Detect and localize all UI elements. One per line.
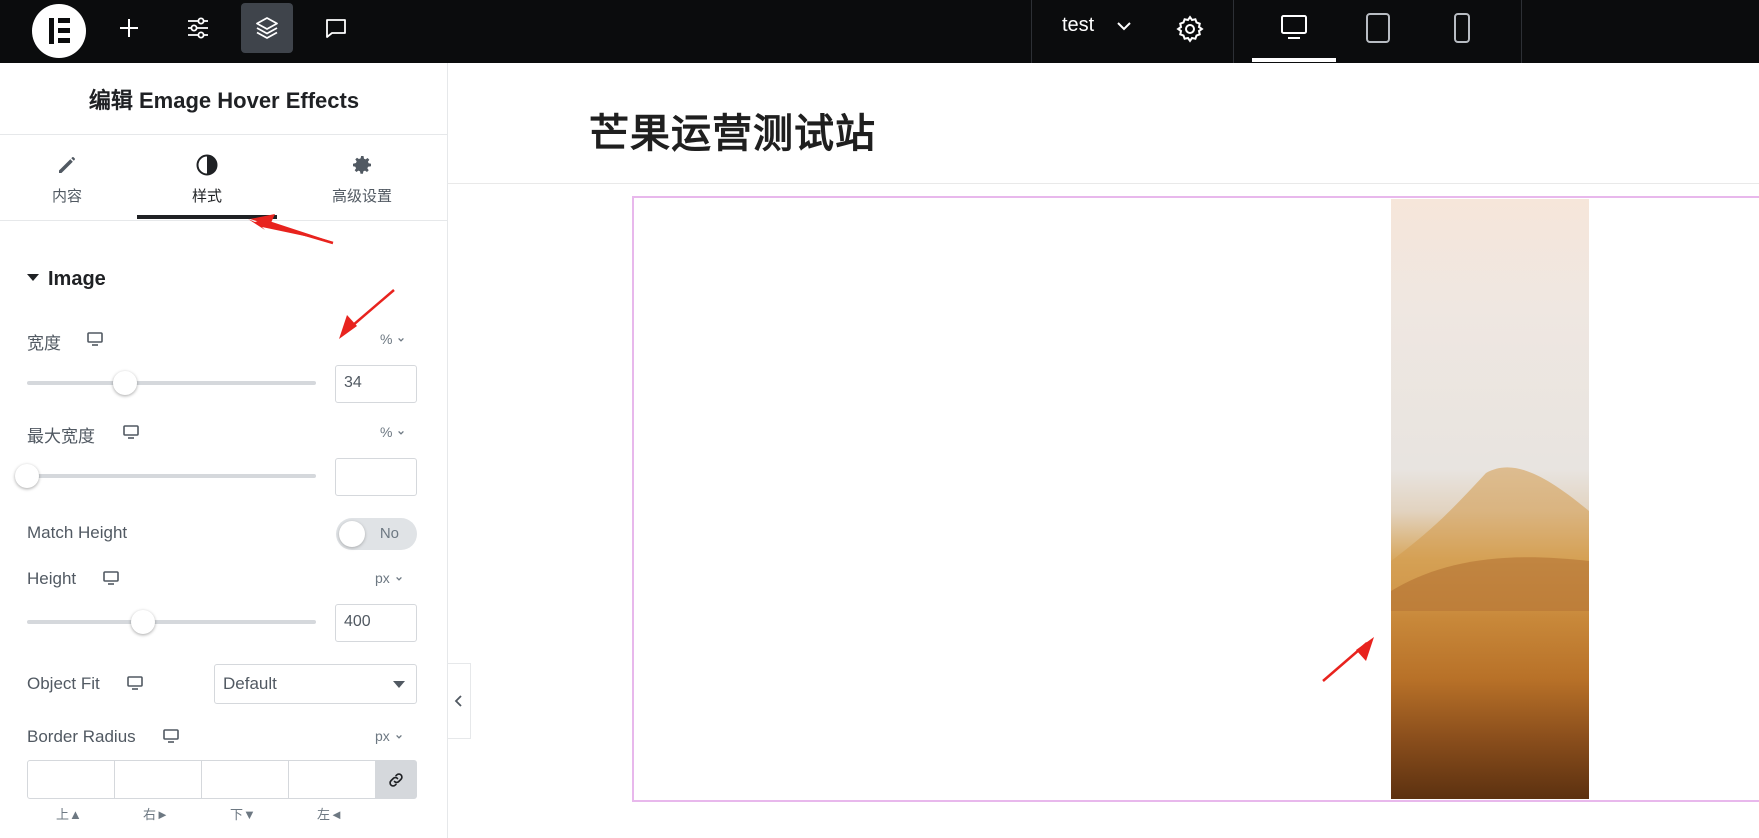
max-width-input[interactable] <box>335 458 417 496</box>
elementor-editor: test 编辑 Emage Hover Effects 内容 样式 高级设置 I… <box>0 0 1759 838</box>
structure-button[interactable] <box>241 3 293 53</box>
height-unit-select[interactable]: px <box>375 570 403 586</box>
divider <box>1031 0 1032 63</box>
chevron-left-icon <box>454 695 462 707</box>
radius-left-input[interactable] <box>289 761 376 798</box>
tab-advanced[interactable]: 高级设置 <box>292 153 432 223</box>
width-label: 宽度 <box>27 334 61 353</box>
toggle-text: No <box>379 525 399 542</box>
caret-down-icon <box>27 274 39 282</box>
radius-top-label: 上▲ <box>56 807 82 822</box>
image-hover-widget-outline[interactable] <box>632 196 1759 802</box>
divider <box>0 220 448 221</box>
width-slider-handle[interactable] <box>113 371 138 395</box>
active-tab-indicator <box>137 215 277 219</box>
caret-down-icon <box>393 681 405 688</box>
monitor-icon[interactable] <box>102 570 120 586</box>
top-bar: test <box>0 0 1759 63</box>
chevron-down-icon <box>395 735 402 740</box>
radius-left-label: 左◄ <box>317 807 343 822</box>
link-icon <box>389 772 403 787</box>
max-width-label: 最大宽度 <box>27 427 95 446</box>
panel-title: 编辑 Emage Hover Effects <box>88 88 360 113</box>
mobile-icon[interactable] <box>1447 12 1477 44</box>
collapse-panel-button[interactable] <box>448 663 471 739</box>
match-height-toggle[interactable]: No <box>336 518 417 550</box>
dune-shading <box>1391 467 1589 611</box>
page-name[interactable]: test <box>1062 14 1094 37</box>
tab-label: 高级设置 <box>331 188 392 205</box>
divider <box>1521 0 1522 63</box>
gear-icon <box>353 156 371 174</box>
border-radius-label: Border Radius <box>27 727 136 746</box>
radius-bottom-input[interactable] <box>202 761 289 798</box>
height-input[interactable]: 400 <box>335 604 417 642</box>
section-title: Image <box>48 268 106 290</box>
chevron-down-icon <box>398 431 405 436</box>
add-element-button[interactable] <box>103 3 155 53</box>
half-circle-icon <box>196 154 218 176</box>
object-fit-select[interactable]: Default <box>214 664 417 704</box>
radius-top-input[interactable] <box>28 761 115 798</box>
match-height-label: Match Height <box>27 523 128 542</box>
tab-label: 样式 <box>191 188 222 205</box>
height-label: Height <box>27 569 77 588</box>
width-slider-track[interactable] <box>27 381 316 385</box>
layers-icon <box>256 17 278 39</box>
pencil-icon <box>59 157 75 173</box>
object-fit-label: Object Fit <box>27 674 100 693</box>
monitor-icon[interactable] <box>162 728 180 744</box>
editor-panel: 编辑 Emage Hover Effects 内容 样式 高级设置 Image … <box>0 63 448 838</box>
active-device-indicator <box>1252 58 1336 62</box>
plus-icon <box>120 19 138 37</box>
max-width-slider-track[interactable] <box>27 474 316 478</box>
chevron-down-icon <box>398 338 405 343</box>
tab-style[interactable]: 样式 <box>137 153 277 223</box>
radius-right-label: 右► <box>143 807 169 822</box>
tab-content[interactable]: 内容 <box>0 153 137 223</box>
height-slider-track[interactable] <box>27 620 316 624</box>
max-width-unit-select[interactable]: % <box>380 424 405 440</box>
tab-label: 内容 <box>51 188 82 205</box>
monitor-icon[interactable] <box>126 675 144 691</box>
border-radius-unit-select[interactable]: px <box>375 728 403 744</box>
max-width-slider-handle[interactable] <box>15 464 39 488</box>
radius-bottom-label: 下▼ <box>230 807 256 822</box>
gear-icon[interactable] <box>1175 14 1205 44</box>
site-settings-button[interactable] <box>172 3 224 53</box>
width-input[interactable]: 34 <box>335 365 417 403</box>
header-divider <box>448 183 1759 184</box>
divider <box>1233 0 1234 63</box>
chat-icon <box>326 19 346 38</box>
section-image-toggle[interactable]: Image <box>27 268 106 291</box>
elementor-logo-icon[interactable] <box>32 4 86 58</box>
width-unit-select[interactable]: % <box>380 331 405 347</box>
monitor-icon[interactable] <box>86 331 104 347</box>
height-slider-handle[interactable] <box>130 610 155 634</box>
toggle-knob <box>339 521 365 547</box>
notes-button[interactable] <box>310 3 362 53</box>
site-title: 芒果运营测试站 <box>589 112 876 156</box>
object-fit-value: Default <box>223 674 277 693</box>
monitor-icon[interactable] <box>122 424 140 440</box>
divider <box>0 134 448 135</box>
chevron-down-icon <box>395 577 402 582</box>
border-radius-inputs <box>27 760 417 799</box>
tablet-icon[interactable] <box>1363 12 1393 44</box>
radius-right-input[interactable] <box>115 761 202 798</box>
chevron-down-icon[interactable] <box>1114 16 1134 36</box>
desktop-icon[interactable] <box>1279 12 1309 42</box>
link-values-button[interactable] <box>376 761 416 798</box>
sliders-icon <box>188 17 208 39</box>
